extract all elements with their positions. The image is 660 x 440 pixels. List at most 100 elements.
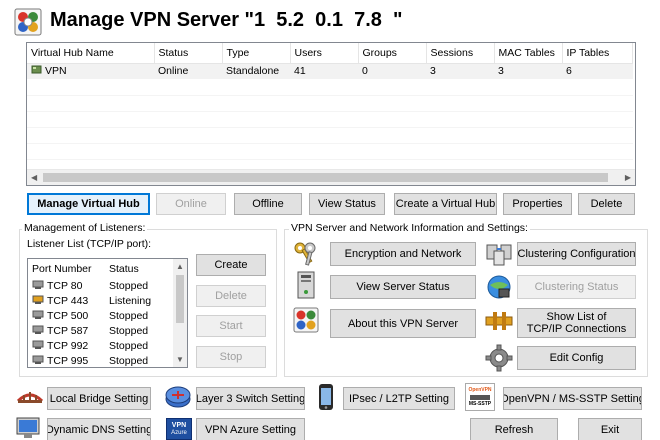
listener-port-cell: TCP 80 (28, 278, 105, 293)
about-server-button[interactable]: About this VPN Server (330, 309, 476, 338)
listener-port: TCP 992 (47, 339, 89, 352)
server-info-group-title: VPN Server and Network Information and S… (289, 222, 530, 234)
hub-ip-tables: 6 (562, 63, 633, 79)
column-header-listener-status[interactable]: Status (105, 259, 174, 278)
column-header-type[interactable]: Type (222, 43, 291, 63)
keys-icon (292, 240, 320, 268)
gear-icon (484, 343, 514, 373)
column-header-users[interactable]: Users (290, 43, 359, 63)
hub-table-container[interactable]: Virtual Hub Name Status Type Users Group… (26, 42, 636, 186)
hub-status: Online (154, 63, 222, 79)
vpn-azure-logo: VPN Azure (166, 418, 192, 440)
stop-listener-button[interactable]: Stop (196, 346, 266, 368)
column-header-ip-tables[interactable]: IP Tables (562, 43, 633, 63)
create-virtual-hub-button[interactable]: Create a Virtual Hub (394, 193, 497, 215)
scroll-up-icon[interactable]: ▲ (176, 262, 184, 272)
table-row[interactable]: VPN Online Standalone 41 0 3 3 6 (27, 63, 633, 79)
openvpn-logo-bar (470, 394, 490, 400)
listener-port: TCP 995 (47, 354, 89, 367)
listener-port-cell: TCP 443 (28, 293, 105, 308)
refresh-button[interactable]: Refresh (470, 418, 558, 440)
online-button[interactable]: Online (156, 193, 226, 215)
listener-scrollbar-thumb[interactable] (176, 275, 184, 323)
clustering-configuration-button[interactable]: Clustering Configuration (517, 242, 636, 266)
listener-row[interactable]: TCP 500 Stopped (28, 308, 174, 323)
listener-port-cell: TCP 587 (28, 323, 105, 338)
openvpn-logo: OpenVPN MS-SSTP (465, 383, 495, 411)
listener-list[interactable]: Port Number Status TCP 80 Stopped TCP 443 L… (27, 258, 188, 368)
start-listener-button[interactable]: Start (196, 315, 266, 337)
hub-mac-tables: 3 (494, 63, 562, 79)
encryption-network-button[interactable]: Encryption and Network (330, 242, 476, 266)
listener-status: Stopped (109, 279, 149, 292)
listener-row[interactable]: TCP 995 Stopped (28, 353, 174, 367)
layer3-switch-icon (163, 382, 193, 412)
delete-listener-button[interactable]: Delete (196, 285, 266, 307)
server-manager-icon (14, 8, 42, 36)
listener-row[interactable]: TCP 992 Stopped (28, 338, 174, 353)
listener-port: TCP 443 (47, 294, 89, 307)
view-server-status-button[interactable]: View Server Status (330, 275, 476, 299)
server-computer-icon (292, 270, 320, 300)
create-listener-button[interactable]: Create (196, 254, 266, 276)
ipsec-l2tp-setting-button[interactable]: IPsec / L2TP Setting (343, 387, 455, 410)
scroll-right-icon[interactable]: ▶ (625, 173, 631, 183)
properties-button[interactable]: Properties (503, 193, 572, 215)
column-header-mac-tables[interactable]: MAC Tables (494, 43, 563, 63)
listener-port: TCP 80 (47, 279, 83, 292)
ipsec-phone-icon (314, 382, 338, 412)
listener-status: Stopped (109, 309, 149, 322)
manage-virtual-hub-button[interactable]: Manage Virtual Hub (27, 193, 150, 215)
hub-sessions: 3 (426, 63, 494, 79)
edit-config-button[interactable]: Edit Config (517, 346, 636, 370)
listener-port-cell: TCP 992 (28, 338, 105, 353)
listener-row[interactable]: TCP 587 Stopped (28, 323, 174, 338)
hub-users: 41 (290, 63, 358, 79)
listener-port: TCP 500 (47, 309, 89, 322)
hub-groups: 0 (358, 63, 426, 79)
clustering-status-button[interactable]: Clustering Status (517, 275, 636, 299)
openvpn-mssstp-setting-button[interactable]: OpenVPN / MS-SSTP Setting (503, 387, 642, 410)
vpn-azure-logo-line1: VPN (171, 421, 187, 429)
hub-table-horizontal-scrollbar[interactable]: ◀ ▶ (27, 169, 635, 185)
column-header-sessions[interactable]: Sessions (426, 43, 495, 63)
listener-row[interactable]: TCP 443 Listening (28, 293, 174, 308)
exit-button[interactable]: Exit (578, 418, 642, 440)
listener-list-label: Listener List (TCP/IP port): (27, 238, 152, 250)
layer3-switch-setting-button[interactable]: Layer 3 Switch Setting (196, 387, 305, 410)
vpn-azure-setting-button[interactable]: VPN Azure Setting (196, 418, 305, 440)
about-server-icon (292, 306, 320, 334)
column-header-groups[interactable]: Groups (358, 43, 427, 63)
listener-port-cell: TCP 500 (28, 308, 105, 323)
column-header-hub-name[interactable]: Virtual Hub Name (27, 43, 155, 63)
hub-name-cell: VPN (27, 63, 154, 79)
offline-button[interactable]: Offline (234, 193, 302, 215)
page-title: Manage VPN Server "1 5.2 0.1 7.8 " (50, 9, 403, 31)
listener-status: Stopped (109, 339, 149, 352)
listener-list-scrollbar[interactable]: ▲ ▼ (173, 259, 187, 367)
view-status-button[interactable]: View Status (309, 193, 385, 215)
clustering-status-icon (484, 272, 514, 302)
vpn-azure-logo-line2: Azure (171, 429, 187, 436)
local-bridge-setting-button[interactable]: Local Bridge Setting (47, 387, 151, 410)
scroll-down-icon[interactable]: ▼ (176, 355, 184, 365)
virtual-hub-icon (31, 64, 42, 78)
listener-status: Stopped (109, 324, 149, 337)
hub-name: VPN (45, 65, 67, 78)
clustering-icon (484, 240, 514, 268)
listener-port-cell: TCP 995 (28, 353, 105, 367)
show-tcpip-connections-button[interactable]: Show List of TCP/IP Connections (517, 308, 636, 338)
column-header-status[interactable]: Status (154, 43, 223, 63)
delete-hub-button[interactable]: Delete (578, 193, 635, 215)
tcpip-connections-icon (484, 307, 514, 335)
hub-type: Standalone (222, 63, 290, 79)
stopped-port-icon (32, 324, 44, 338)
dynamic-dns-setting-button[interactable]: Dynamic DNS Setting (47, 418, 151, 440)
stopped-port-icon (32, 279, 44, 293)
scrollbar-thumb[interactable] (43, 173, 608, 182)
listener-status: Stopped (109, 354, 149, 367)
scroll-left-icon[interactable]: ◀ (31, 173, 37, 183)
listeners-group-title: Management of Listeners: (22, 222, 148, 234)
column-header-port-number[interactable]: Port Number (28, 259, 105, 278)
listener-row[interactable]: TCP 80 Stopped (28, 278, 174, 293)
